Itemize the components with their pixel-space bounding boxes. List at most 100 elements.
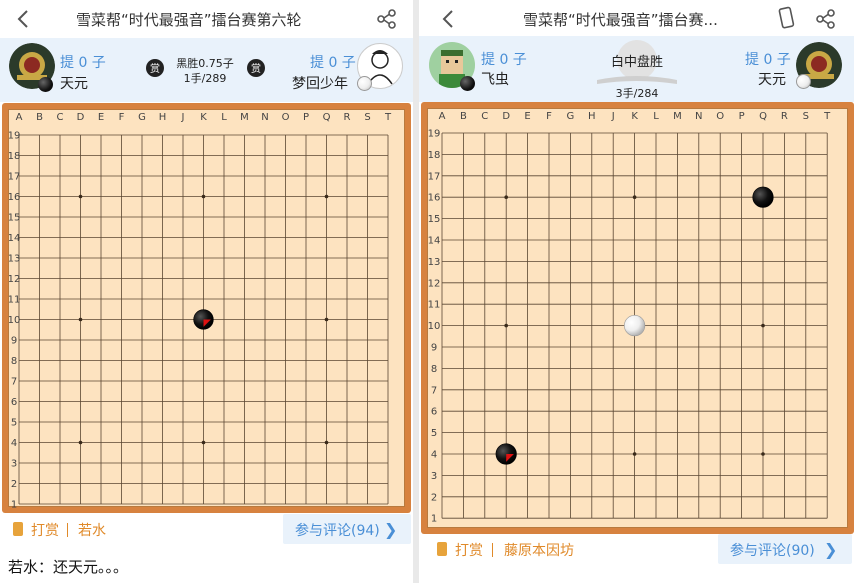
row-label: 13 [9, 254, 20, 265]
black-stone-icon [38, 77, 53, 92]
page-title: 雪菜帮“时代最强音”擂台赛第六轮 [76, 11, 302, 29]
row-label: 3 [431, 471, 437, 482]
column-label: P [303, 112, 309, 123]
black-stone-icon [460, 76, 475, 91]
row-label: 15 [9, 213, 20, 224]
column-label: D [77, 112, 85, 123]
star-point [632, 195, 637, 199]
star-point [201, 194, 206, 199]
share-icon[interactable] [376, 8, 398, 30]
reward-button[interactable]: 打赏 [455, 540, 483, 560]
column-label: H [159, 112, 167, 123]
row-label: 9 [11, 336, 17, 347]
reward-icon[interactable] [437, 542, 447, 556]
white-captured-count: 提 0 子 [745, 52, 791, 68]
column-label: T [384, 112, 392, 123]
column-label: A [16, 112, 23, 123]
row-label: 19 [9, 131, 20, 142]
top-bar: 雪菜帮“时代最强音”擂台赛第六轮 [0, 0, 413, 38]
column-label: T [823, 111, 831, 122]
row-label: 4 [11, 438, 17, 449]
go-board[interactable]: A B C D E F G H J K L M N O P Q R S T 1 2 3 4 5 6 7 8 9 10 11 12 13 14 15… [427, 108, 848, 528]
phone-rotate-icon[interactable] [777, 6, 797, 30]
star-point [504, 195, 508, 199]
column-label: E [524, 111, 530, 122]
column-label: R [344, 112, 351, 123]
black-stone [752, 186, 774, 208]
chevron-right-icon: ❯ [824, 540, 838, 559]
column-label: Q [323, 112, 331, 123]
column-label: O [716, 111, 724, 122]
star-point [201, 440, 206, 445]
separator [67, 523, 68, 537]
svg-text:赏: 赏 [150, 63, 160, 75]
column-label: A [439, 111, 446, 122]
column-label: K [200, 112, 207, 123]
star-point [78, 194, 83, 199]
row-label: 4 [431, 450, 437, 461]
reward-icon[interactable] [13, 522, 23, 536]
author-name[interactable]: 藤原本因坊 [504, 540, 574, 560]
column-label: Q [759, 111, 767, 122]
comment-button-label: 参与评论(90) [730, 543, 815, 559]
row-label: 18 [9, 151, 20, 162]
black-player-name: 天元 [60, 76, 88, 92]
column-label: S [364, 112, 370, 123]
row-label: 12 [9, 274, 20, 285]
row-label: 7 [11, 377, 17, 388]
column-label: M [673, 111, 682, 122]
row-label: 6 [431, 407, 437, 418]
share-icon[interactable] [815, 8, 837, 30]
column-label: G [138, 112, 146, 123]
row-label: 11 [428, 300, 440, 311]
star-point [324, 317, 329, 322]
column-label: J [611, 111, 615, 122]
column-label: O [282, 112, 290, 123]
go-board-grid[interactable]: A B C D E F G H J K L M N O P Q R S T123456789101112131415… [8, 110, 406, 511]
join-comment-button[interactable]: 参与评论(90) ❯ [718, 534, 852, 564]
column-label: B [36, 112, 43, 123]
column-label: D [502, 111, 510, 122]
back-arrow-icon[interactable] [14, 8, 34, 30]
row-label: 2 [11, 479, 17, 490]
row-label: 10 [428, 321, 440, 332]
go-board-frame: A B C D E F G H J K L M N O P Q R S T 1 2 3 4 5 6 7 8 9 10 11 12 13 14 15… [2, 103, 411, 513]
column-label: N [695, 111, 702, 122]
reward-button[interactable]: 打赏 [31, 520, 59, 540]
row-label: 5 [11, 418, 17, 429]
row-label: 19 [428, 129, 440, 140]
row-label: 3 [11, 459, 17, 470]
footer-row: 打赏 若水 参与评论(94) ❯ [0, 514, 413, 544]
svg-text:赏: 赏 [251, 63, 261, 75]
black-captured-count: 提 0 子 [60, 55, 106, 71]
star-point [78, 440, 83, 445]
author-name[interactable]: 若水 [78, 520, 106, 540]
column-label: L [221, 112, 227, 123]
white-stone [624, 315, 646, 337]
black-player-name: 飞虫 [481, 72, 509, 88]
white-captured-count: 提 0 子 [310, 55, 356, 71]
column-label: B [460, 111, 467, 122]
player-bar: 提 0 子 飞虫 白中盘胜 3手/284 提 0 子 天元 [419, 36, 854, 102]
white-player-name: 天元 [758, 72, 786, 88]
column-label: S [803, 111, 809, 122]
player-bar: 提 0 子 天元 赏 黑胜0.75子 1手/289 赏 提 0 子 梦回少年 [0, 38, 413, 102]
join-comment-button[interactable]: 参与评论(94) ❯ [283, 514, 411, 544]
star-point [632, 452, 637, 456]
back-arrow-icon[interactable] [439, 8, 459, 30]
row-label: 7 [431, 385, 437, 396]
white-player-name: 梦回少年 [292, 76, 348, 92]
separator [492, 543, 493, 557]
column-label: M [240, 112, 249, 123]
go-board-grid[interactable]: A B C D E F G H J K L M N O P Q R S T123456789101112131415… [428, 109, 849, 529]
column-label: P [739, 111, 745, 122]
game-result: 白中盘胜 [610, 55, 663, 70]
row-label: 16 [9, 192, 20, 203]
column-label: F [546, 111, 552, 122]
go-board[interactable]: A B C D E F G H J K L M N O P Q R S T 1 2 3 4 5 6 7 8 9 10 11 12 13 14 15… [8, 109, 406, 511]
comment-text: 若水：还天元。。。 [8, 558, 129, 576]
go-board-frame: A B C D E F G H J K L M N O P Q R S T 1 2 3 4 5 6 7 8 9 10 11 12 13 14 15… [421, 102, 854, 534]
right-game-panel: 雪菜帮“时代最强音”擂台赛... 提 0 子 飞虫 白中盘胜 3手/284 提 … [419, 0, 854, 583]
row-label: 8 [11, 356, 17, 367]
reward-badge-icon: 赏 [146, 59, 164, 77]
